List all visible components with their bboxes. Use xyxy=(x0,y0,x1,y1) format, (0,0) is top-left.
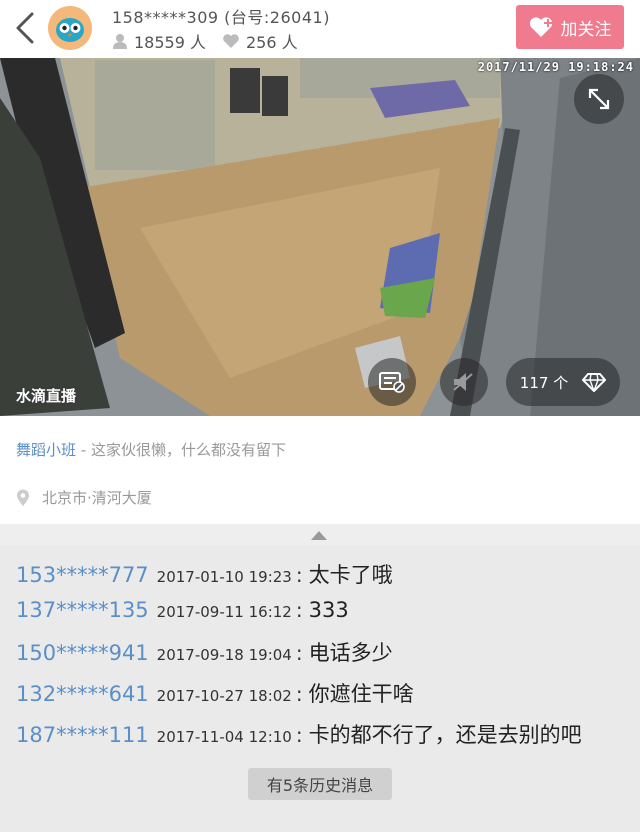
chat-message: 132*****641 2017-10-27 18:02 : 你遮住干啥 xyxy=(16,678,414,708)
room-info: 舞蹈小班 - 这家伙很懒，什么都没有留下 北京市·清河大厦 xyxy=(0,416,640,524)
chat-panel[interactable]: 153*****777 2017-01-10 19:23 : 太卡了哦 137*… xyxy=(0,546,640,832)
chat-time: 2017-09-18 19:04 xyxy=(156,646,292,664)
gift-button[interactable]: 117 个 xyxy=(506,358,620,406)
chat-username[interactable]: 150*****941 xyxy=(16,641,149,665)
mute-button[interactable] xyxy=(440,358,488,406)
room-title[interactable]: 舞蹈小班 xyxy=(16,441,76,459)
follow-button[interactable]: 加关注 xyxy=(516,5,624,49)
expand-icon xyxy=(588,88,610,110)
chat-time: 2017-09-11 16:12 xyxy=(156,603,292,621)
history-messages-button[interactable]: 有5条历史消息 xyxy=(248,768,392,800)
live-video-player[interactable]: 2017/11/29 19:18:24 水滴直播 117 个 xyxy=(0,58,640,416)
back-button[interactable] xyxy=(10,10,44,46)
chat-separator: : xyxy=(295,682,303,706)
chat-separator: : xyxy=(295,563,303,587)
owl-avatar-icon xyxy=(48,6,92,50)
chat-text: 卡的都不行了，还是去别的吧 xyxy=(308,723,582,747)
chat-time: 2017-11-04 12:10 xyxy=(156,728,292,746)
room-bio: - 这家伙很懒，什么都没有留下 xyxy=(76,441,286,459)
chat-text: 电话多少 xyxy=(308,641,393,665)
location-text: 北京市·清河大厦 xyxy=(42,489,152,507)
chat-time: 2017-01-10 19:23 xyxy=(156,568,292,586)
follow-label: 加关注 xyxy=(560,19,612,40)
danmaku-off-icon xyxy=(379,372,405,393)
chat-separator: : xyxy=(295,723,303,747)
gift-count: 117 个 xyxy=(519,373,569,392)
chat-username[interactable]: 137*****135 xyxy=(16,598,149,622)
heart-icon xyxy=(223,34,239,48)
chat-text: 333 xyxy=(308,598,349,622)
like-count: 256 人 xyxy=(246,33,298,52)
viewer-stat: 18559 人 xyxy=(112,29,206,53)
chat-separator: : xyxy=(295,598,303,622)
chat-collapse-toggle[interactable] xyxy=(0,524,640,546)
danmaku-toggle-button[interactable] xyxy=(368,358,416,406)
chat-separator: : xyxy=(295,641,303,665)
room-stats: 18559 人 256 人 xyxy=(112,29,314,53)
room-location: 北京市·清河大厦 xyxy=(16,487,152,508)
chat-username[interactable]: 153*****777 xyxy=(16,563,149,587)
heart-plus-icon xyxy=(529,17,552,37)
chat-message: 137*****135 2017-09-11 16:12 : 333 xyxy=(16,598,349,622)
speaker-muted-icon xyxy=(453,373,473,391)
watermark: 水滴直播 xyxy=(16,387,77,405)
video-timestamp: 2017/11/29 19:18:24 xyxy=(477,60,634,74)
location-pin-icon xyxy=(17,489,29,506)
room-description: 舞蹈小班 - 这家伙很懒，什么都没有留下 xyxy=(16,439,286,460)
chat-message: 153*****777 2017-01-10 19:23 : 太卡了哦 xyxy=(16,559,393,589)
chat-message: 187*****111 2017-11-04 12:10 : 卡的都不行了，还是… xyxy=(16,719,582,749)
avatar[interactable] xyxy=(48,6,92,50)
chat-time: 2017-10-27 18:02 xyxy=(156,687,292,705)
chat-text: 太卡了哦 xyxy=(308,563,393,587)
chat-message: 150*****941 2017-09-18 19:04 : 电话多少 xyxy=(16,637,393,667)
chat-username[interactable]: 132*****641 xyxy=(16,682,149,706)
chevron-left-icon xyxy=(16,12,34,44)
person-icon xyxy=(113,34,127,49)
room-header: 158*****309 (台号:26041) 18559 人 256 人 加关注 xyxy=(0,0,640,58)
fullscreen-button[interactable] xyxy=(574,74,624,124)
chat-text: 你遮住干啥 xyxy=(308,682,414,706)
caret-up-icon xyxy=(311,531,327,540)
like-stat: 256 人 xyxy=(222,29,298,53)
room-name: 158*****309 (台号:26041) xyxy=(112,8,330,27)
viewer-count: 18559 人 xyxy=(134,33,206,52)
chat-username[interactable]: 187*****111 xyxy=(16,723,149,747)
diamond-icon xyxy=(582,373,607,392)
